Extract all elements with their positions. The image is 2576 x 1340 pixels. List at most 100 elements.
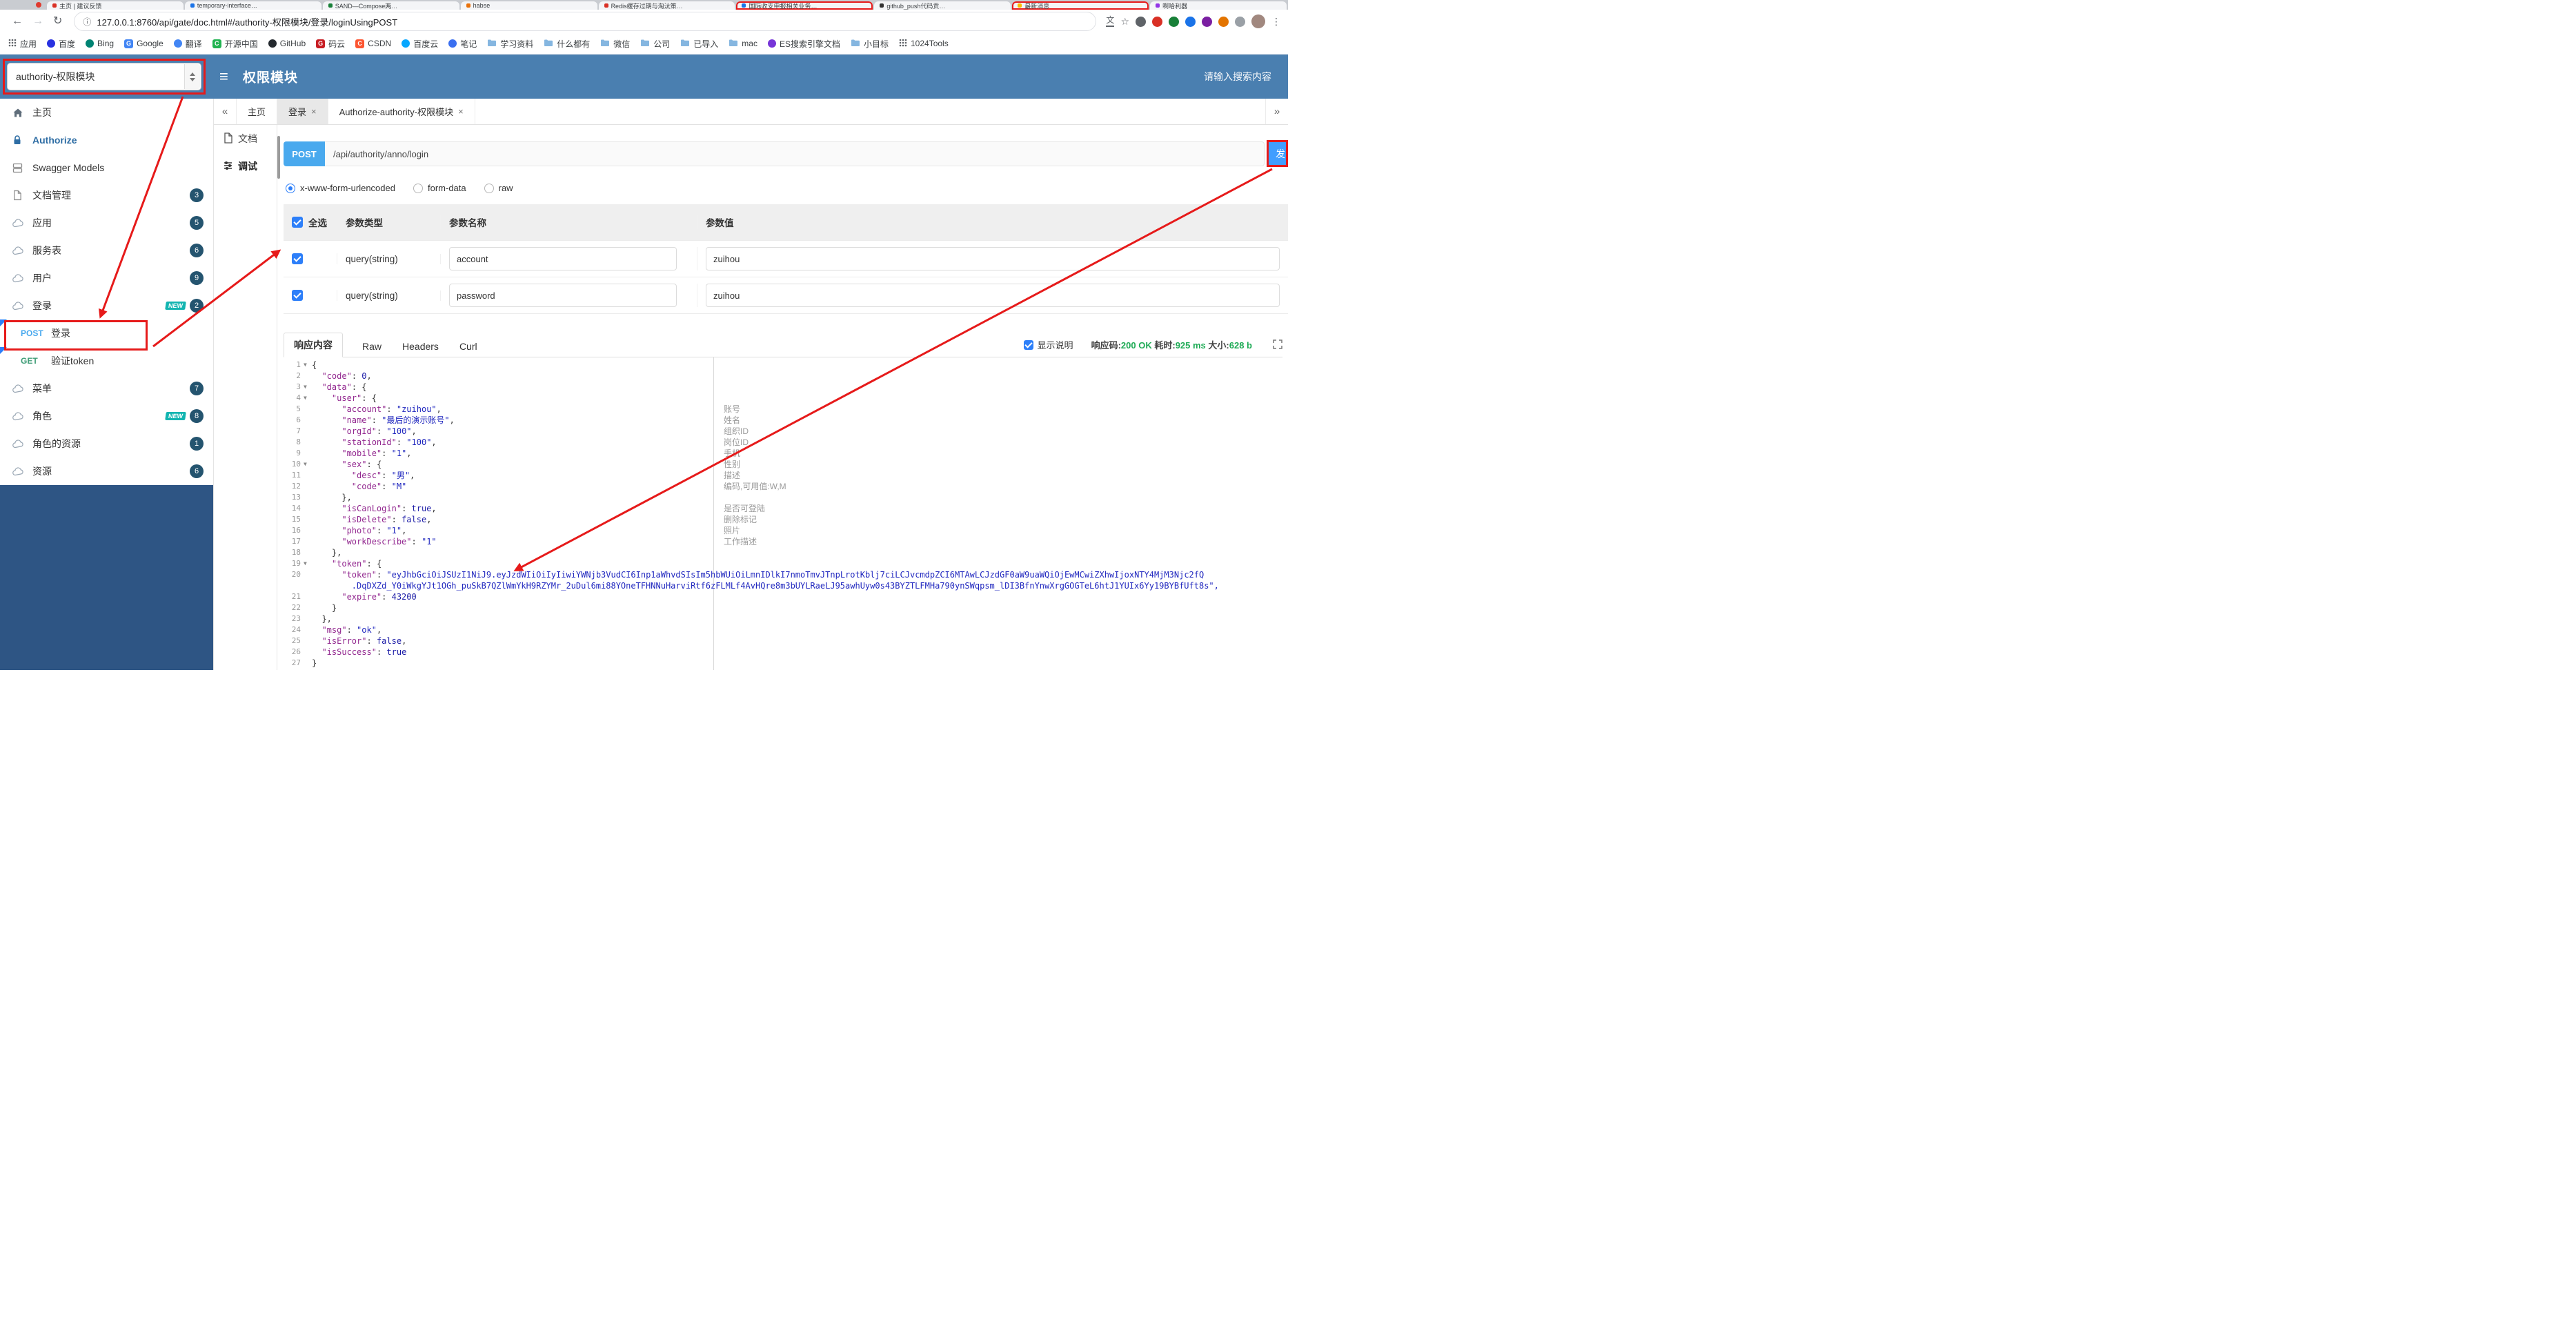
sidebar-item-role[interactable]: 角色 NEW 8 <box>0 402 213 430</box>
bookmark-item[interactable]: 小目标 <box>851 38 889 50</box>
extension-icon[interactable] <box>1185 16 1196 27</box>
tab-home[interactable]: 主页 <box>237 99 278 124</box>
code-line: 14 "isCanLogin": true, 是否可登陆 <box>277 503 1288 514</box>
extension-icon[interactable] <box>1136 16 1146 27</box>
sidebar-item-home[interactable]: 主页 <box>0 99 213 126</box>
line-number: 3 <box>296 382 301 391</box>
bookmark-item[interactable]: 公司 <box>640 38 670 50</box>
row-checkbox[interactable] <box>292 290 303 301</box>
fold-icon[interactable]: ▼ <box>304 459 307 470</box>
bookmark-item[interactable]: 笔记 <box>448 38 477 50</box>
bookmark-item[interactable]: 已导入 <box>680 38 718 50</box>
bookmark-item[interactable]: 微信 <box>600 38 630 50</box>
header-search-input[interactable] <box>1146 70 1273 83</box>
tab-authorize[interactable]: Authorize-authority-权限模块 × <box>328 99 475 124</box>
bookmark-item[interactable]: 翻译 <box>173 38 202 50</box>
browser-tab[interactable]: habse <box>460 1 597 10</box>
request-path[interactable]: /api/authority/anno/login <box>325 141 1265 166</box>
fullscreen-icon[interactable] <box>1273 339 1282 357</box>
reload-icon[interactable]: ↻ <box>53 16 62 27</box>
param-value-input[interactable] <box>706 247 1280 270</box>
page-info-icon[interactable]: ⓘ <box>83 16 91 28</box>
browser-tab[interactable]: 啊哈利器 <box>1150 1 1287 10</box>
browser-tab[interactable]: 主页 | 建议反馈 <box>47 1 184 10</box>
tab-headers[interactable]: Headers <box>401 336 440 357</box>
fold-icon[interactable]: ▼ <box>304 359 307 371</box>
tabs-scroll-left[interactable]: « <box>214 99 237 124</box>
tab-raw[interactable]: Raw <box>361 336 383 357</box>
content-type-raw[interactable]: raw <box>484 183 513 193</box>
fold-icon[interactable]: ▼ <box>304 393 307 404</box>
address-bar[interactable]: ⓘ 127.0.0.1:8760/api/gate/doc.html#/auth… <box>74 12 1097 31</box>
bookmark-item[interactable]: ES搜索引擎文档 <box>767 38 840 50</box>
module-select[interactable]: authority-权限模块 <box>7 63 201 90</box>
sidebar-item-resource[interactable]: 资源 6 <box>0 457 213 485</box>
bookmark-star-icon[interactable]: ☆ <box>1120 17 1129 26</box>
sidebar-item-login-post[interactable]: POST 登录 <box>0 319 213 347</box>
browser-tab[interactable]: 国际收支申报相关业务… <box>736 1 873 10</box>
extension-icon[interactable] <box>1218 16 1229 27</box>
sidebar-item-verify-token-get[interactable]: GET 验证token <box>0 347 213 375</box>
row-checkbox[interactable] <box>292 253 303 264</box>
browser-tab[interactable]: Redis缓存过期与淘汰策… <box>598 1 735 10</box>
bookmark-item[interactable]: G Google <box>124 39 164 48</box>
extension-icon[interactable] <box>1235 16 1245 27</box>
param-name-input[interactable] <box>449 284 677 307</box>
bookmark-item[interactable]: 百度 <box>47 38 75 50</box>
fold-icon[interactable]: ▼ <box>304 558 307 569</box>
sidebar-item-app[interactable]: 应用 5 <box>0 209 213 237</box>
sidebar-item-role-resource[interactable]: 角色的资源 1 <box>0 430 213 457</box>
param-name-input[interactable] <box>449 247 677 270</box>
forward-icon[interactable]: → <box>32 16 43 27</box>
tab-document[interactable]: 文档 <box>214 125 277 152</box>
profile-avatar[interactable] <box>1251 14 1265 28</box>
send-button[interactable]: 发 <box>1267 141 1288 166</box>
sidebar-item-menu[interactable]: 菜单 7 <box>0 375 213 402</box>
sidebar-item-doc-manage[interactable]: 文档管理 3 <box>0 181 213 209</box>
content-type-urlencoded[interactable]: x-www-form-urlencoded <box>286 183 395 193</box>
bookmark-item[interactable]: Bing <box>86 39 114 48</box>
bookmark-item[interactable]: 1024Tools <box>899 39 949 49</box>
tab-debug[interactable]: 调试 <box>214 152 277 180</box>
translate-icon[interactable]: 文 <box>1106 16 1115 27</box>
fold-icon[interactable]: ▼ <box>304 382 307 393</box>
menu-icon[interactable]: ≡ <box>219 68 228 86</box>
scrollbar-thumb[interactable] <box>277 136 280 179</box>
tab-curl[interactable]: Curl <box>458 336 479 357</box>
bookmark-item[interactable]: 什么都有 <box>544 38 590 50</box>
browser-tab[interactable]: 最新消息 <box>1012 1 1149 10</box>
code-line: 19 ▼ "token": { <box>277 558 1288 569</box>
url-text[interactable]: 127.0.0.1:8760/api/gate/doc.html#/author… <box>97 15 397 28</box>
bookmark-item[interactable]: C CSDN <box>355 39 391 48</box>
back-icon[interactable]: ← <box>12 16 23 27</box>
bookmark-item[interactable]: 学习资料 <box>487 38 533 50</box>
extension-icon[interactable] <box>1202 16 1212 27</box>
tab-response-content[interactable]: 响应内容 <box>284 333 343 357</box>
param-value-input[interactable] <box>706 284 1280 307</box>
select-all-checkbox[interactable] <box>292 217 303 228</box>
sidebar-item-login[interactable]: 登录 NEW 2 <box>0 292 213 319</box>
browser-menu-icon[interactable]: ⋮ <box>1271 16 1281 28</box>
extension-icon[interactable] <box>1152 16 1162 27</box>
bookmark-item[interactable]: mac <box>729 39 757 49</box>
bookmark-item[interactable]: C 开源中国 <box>212 38 258 50</box>
show-description-toggle[interactable]: 显示说明 <box>1023 338 1073 357</box>
browser-tab[interactable]: temporary-interface… <box>184 1 321 10</box>
content-type-form-data[interactable]: form-data <box>413 183 466 193</box>
bookmark-item[interactable]: 百度云 <box>402 38 438 50</box>
sidebar-item-user[interactable]: 用户 9 <box>0 264 213 292</box>
sidebar-item-swagger-models[interactable]: Swagger Models <box>0 154 213 181</box>
close-tab-icon[interactable]: × <box>311 106 317 117</box>
bookmark-item[interactable]: GitHub <box>268 39 306 48</box>
sidebar-item-service[interactable]: 服务表 6 <box>0 237 213 264</box>
sidebar-item-authorize[interactable]: Authorize <box>0 126 213 154</box>
bookmark-item[interactable]: G 码云 <box>316 38 345 50</box>
browser-tab[interactable]: github_push代码贡… <box>874 1 1011 10</box>
browser-tab[interactable]: SAND—Compose两… <box>322 1 459 10</box>
tabs-scroll-right[interactable]: » <box>1265 99 1288 124</box>
bookmark-item[interactable]: 应用 <box>8 38 37 50</box>
close-tab-icon[interactable]: × <box>458 106 464 117</box>
sidebar-item-label: 应用 <box>32 217 52 228</box>
extension-icon[interactable] <box>1169 16 1179 27</box>
tab-login[interactable]: 登录 × <box>277 99 328 124</box>
